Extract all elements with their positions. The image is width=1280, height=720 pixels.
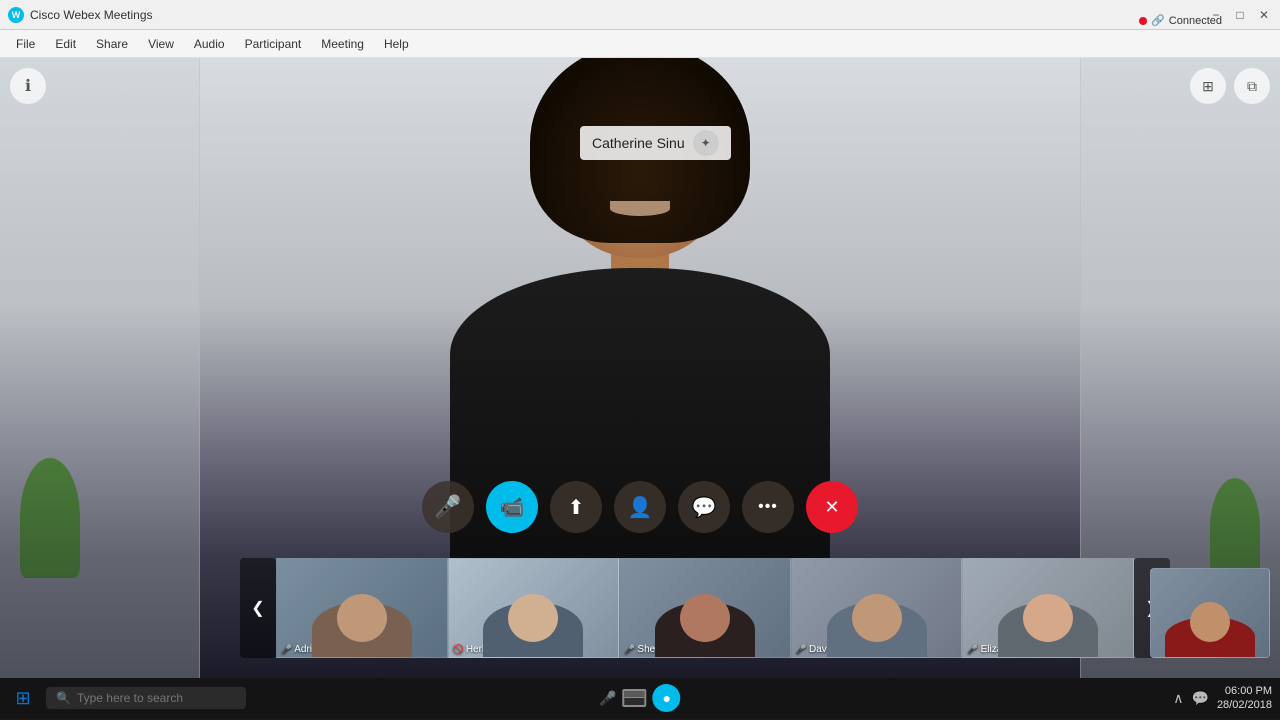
- self-view-tile: [1150, 568, 1270, 658]
- taskbar-window-icon[interactable]: [623, 689, 647, 707]
- search-input[interactable]: [77, 691, 227, 705]
- taskbar: ⊞ 🔍 🎤 ● ∧ 💬 06:00 PM 28/02/2018: [0, 678, 1280, 718]
- left-plant: [20, 458, 80, 578]
- mic-icon-0: 🎤: [281, 644, 292, 655]
- participants-icon: 👤: [628, 495, 653, 520]
- status-dot: [1139, 17, 1147, 25]
- chat-icon: 💬: [692, 495, 717, 520]
- main-video-area: ℹ Catherine Sinu ✦ ⊞ ⧉ 🎤 📹 ⬆ 👤 💬: [0, 58, 1280, 678]
- list-item[interactable]: 🚫 Herbert Hill: [448, 558, 620, 658]
- menu-file[interactable]: File: [8, 34, 43, 54]
- search-icon: 🔍: [56, 691, 71, 705]
- left-wall: [0, 58, 200, 678]
- video-icon: 📹: [500, 495, 525, 520]
- mute-button[interactable]: 🎤: [422, 481, 474, 533]
- title-bar-left: W Cisco Webex Meetings: [8, 7, 153, 23]
- mic-icon-3: 🎤: [796, 644, 807, 655]
- head-2: [680, 594, 730, 642]
- head-4: [1023, 594, 1073, 642]
- notification-icon[interactable]: 💬: [1192, 690, 1209, 707]
- grid-icon: ⊞: [1202, 78, 1214, 95]
- menu-participant[interactable]: Participant: [237, 34, 310, 54]
- info-button[interactable]: ℹ: [10, 68, 46, 104]
- date-display: 28/02/2018: [1217, 698, 1272, 712]
- head-0: [337, 594, 387, 642]
- app-title: Cisco Webex Meetings: [30, 8, 153, 22]
- more-icon: •••: [758, 498, 778, 516]
- close-button[interactable]: ✕: [1256, 7, 1272, 23]
- top-right-controls: ⊞ ⧉: [1190, 68, 1270, 104]
- menu-meeting[interactable]: Meeting: [313, 34, 372, 54]
- time-display: 06:00 PM: [1217, 684, 1272, 698]
- connected-label: Connected: [1169, 15, 1222, 27]
- taskbar-webex-icon[interactable]: ●: [653, 684, 681, 712]
- windows-logo: ⊞: [15, 688, 30, 709]
- taskbar-chevron-icon[interactable]: ∧: [1173, 690, 1183, 707]
- participants-row: 🎤 Adrian Delamico 🚫 Herbert Hill: [276, 558, 1134, 658]
- tile-video-4: [963, 559, 1133, 657]
- control-bar: 🎤 📹 ⬆ 👤 💬 ••• ✕: [422, 481, 858, 533]
- smile: [610, 201, 670, 216]
- tile-video-2: [620, 559, 790, 657]
- end-icon: ✕: [824, 497, 839, 518]
- tile-video-1: [449, 559, 619, 657]
- end-call-button[interactable]: ✕: [806, 481, 858, 533]
- menu-audio[interactable]: Audio: [186, 34, 233, 54]
- pip-icon: ⧉: [1247, 78, 1257, 95]
- list-item[interactable]: 🎤 David Liam: [791, 558, 963, 658]
- pin-icon: ✦: [701, 136, 711, 150]
- pin-button[interactable]: ✦: [693, 130, 719, 156]
- mic-icon: 🎤: [434, 494, 461, 520]
- head-1: [508, 594, 558, 642]
- list-item[interactable]: 🎤 Adrian Delamico: [276, 558, 448, 658]
- connection-status: 🔗 Connected: [1139, 7, 1222, 35]
- info-icon: ℹ: [25, 76, 31, 96]
- start-button[interactable]: ⊞: [8, 683, 38, 713]
- taskbar-center-icons: 🎤 ●: [599, 684, 680, 712]
- menu-bar: File Edit Share View Audio Participant M…: [0, 30, 1280, 58]
- window-controls: 🔗 Connected − □ ✕: [1208, 7, 1272, 23]
- system-clock: 06:00 PM 28/02/2018: [1217, 684, 1272, 713]
- tile-video-3: [792, 559, 962, 657]
- window-top: [625, 691, 645, 698]
- participant-strip: ❮ 🎤 Adrian Delamico 🚫: [240, 558, 1170, 658]
- lock-icon: 🔗: [1151, 14, 1165, 27]
- menu-view[interactable]: View: [140, 34, 182, 54]
- mic-muted-icon-1: 🚫: [453, 644, 464, 655]
- speaker-name: Catherine Sinu: [592, 135, 685, 151]
- share-icon: ⬆: [568, 495, 585, 520]
- mic-icon-2: 🎤: [624, 644, 635, 655]
- window-bottom: [625, 698, 645, 705]
- title-bar: W Cisco Webex Meetings 🔗 Connected − □ ✕: [0, 0, 1280, 30]
- participants-button[interactable]: 👤: [614, 481, 666, 533]
- video-button[interactable]: 📹: [486, 481, 538, 533]
- pip-button[interactable]: ⧉: [1234, 68, 1270, 104]
- more-button[interactable]: •••: [742, 481, 794, 533]
- maximize-button[interactable]: □: [1232, 7, 1248, 23]
- grid-view-button[interactable]: ⊞: [1190, 68, 1226, 104]
- chat-button[interactable]: 💬: [678, 481, 730, 533]
- list-item[interactable]: 🎤 Sherry McKenna: [619, 558, 791, 658]
- prev-participant-button[interactable]: ❮: [240, 558, 276, 658]
- self-head: [1190, 602, 1230, 642]
- list-item[interactable]: 🎤 Elizabeth Wu: [962, 558, 1134, 658]
- taskbar-right-icons: ∧ 💬 06:00 PM 28/02/2018: [1173, 684, 1272, 713]
- menu-edit[interactable]: Edit: [47, 34, 84, 54]
- right-plant: [1210, 478, 1260, 578]
- app-logo: W: [8, 7, 24, 23]
- speaker-name-badge: Catherine Sinu ✦: [580, 126, 731, 160]
- mic-icon-4: 🎤: [967, 644, 978, 655]
- taskbar-search-box[interactable]: 🔍: [46, 687, 246, 709]
- menu-help[interactable]: Help: [376, 34, 417, 54]
- tile-video-0: [277, 559, 447, 657]
- share-button[interactable]: ⬆: [550, 481, 602, 533]
- head-3: [852, 594, 902, 642]
- taskbar-mic-icon[interactable]: 🎤: [599, 690, 616, 707]
- menu-share[interactable]: Share: [88, 34, 136, 54]
